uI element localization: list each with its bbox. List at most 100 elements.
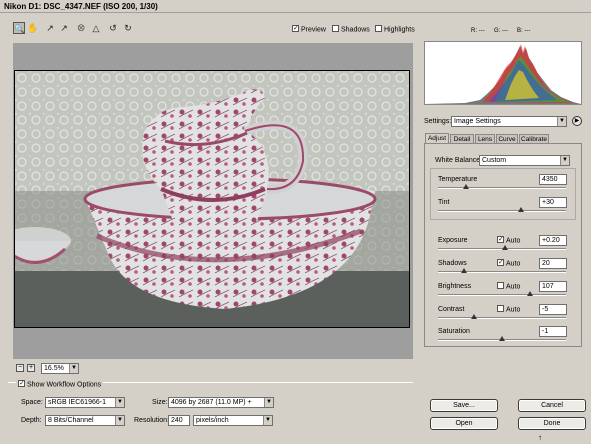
histogram bbox=[424, 41, 582, 105]
chevron-down-icon: ▼ bbox=[69, 364, 78, 373]
brightness-label: Brightness bbox=[438, 283, 472, 290]
shadows-auto-checkbox[interactable]: ✓ Auto bbox=[497, 259, 521, 268]
resolution-input[interactable]: 240 bbox=[168, 415, 190, 426]
check-icon: ✓ bbox=[18, 380, 25, 387]
show-workflow-checkbox[interactable]: ✓ Show Workflow Options bbox=[16, 380, 104, 389]
auto-label: Auto bbox=[506, 283, 521, 291]
color-sampler-icon[interactable]: ↗ bbox=[58, 22, 70, 34]
rgb-readout-g: G: --- bbox=[494, 28, 508, 34]
done-button[interactable]: Done bbox=[518, 417, 586, 430]
highlights-label: Highlights bbox=[384, 26, 415, 34]
auto-label: Auto bbox=[506, 260, 521, 268]
temperature-slider[interactable] bbox=[438, 184, 566, 189]
brightness-slider[interactable] bbox=[438, 291, 566, 296]
settings-menu-button[interactable]: ▶ bbox=[572, 116, 582, 126]
zoom-icon[interactable]: 🔍 bbox=[13, 22, 25, 34]
preview-checkbox[interactable]: ✓ Preview bbox=[292, 25, 326, 34]
rotate-left-icon[interactable]: ↺ bbox=[107, 22, 119, 34]
chevron-down-icon: ▼ bbox=[560, 156, 569, 165]
histogram-graph bbox=[425, 44, 581, 104]
rgb-readout-r: R: --- bbox=[471, 28, 485, 34]
contrast-label: Contrast bbox=[438, 306, 465, 313]
temperature-slider-thumb[interactable] bbox=[463, 184, 470, 189]
zoom-out-button[interactable]: − bbox=[16, 364, 24, 372]
saturation-slider[interactable] bbox=[438, 336, 566, 341]
preview-label: Preview bbox=[301, 26, 326, 34]
save-button[interactable]: Save... bbox=[430, 399, 498, 412]
saturation-label: Saturation bbox=[438, 328, 470, 335]
shadows-label: Shadows bbox=[341, 26, 370, 34]
shadows-label: Shadows bbox=[438, 260, 467, 267]
exposure-label: Exposure bbox=[438, 237, 468, 244]
zoom-in-button[interactable]: + bbox=[27, 364, 35, 372]
temperature-value-input[interactable]: 4350 bbox=[539, 174, 567, 185]
shadows-checkbox[interactable]: Shadows bbox=[332, 25, 370, 34]
settings-select[interactable]: Image Settings ▼ bbox=[451, 116, 567, 127]
settings-label: Settings: bbox=[424, 118, 452, 125]
tint-value-input[interactable]: +30 bbox=[539, 197, 567, 208]
zoom-level-value: 16.5% bbox=[44, 365, 64, 372]
contrast-slider-thumb[interactable] bbox=[470, 314, 477, 319]
show-workflow-label: Show Workflow Options bbox=[27, 381, 102, 389]
contrast-slider[interactable] bbox=[438, 314, 566, 319]
check-icon: ✓ bbox=[497, 259, 504, 266]
saturation-value-input[interactable]: -1 bbox=[539, 326, 567, 337]
resolution-unit-select[interactable]: pixels/inch ▼ bbox=[193, 415, 273, 426]
exposure-slider[interactable] bbox=[438, 245, 566, 250]
white-balance-label: White Balance: bbox=[435, 157, 483, 164]
auto-label: Auto bbox=[506, 306, 521, 314]
brightness-value-input[interactable]: 107 bbox=[539, 281, 567, 292]
exposure-auto-checkbox[interactable]: ✓ Auto bbox=[497, 236, 521, 245]
depth-label: Depth: bbox=[21, 417, 42, 424]
cancel-button[interactable]: Cancel bbox=[518, 399, 586, 412]
space-select[interactable]: sRGB IEC61966-1 ▼ bbox=[45, 397, 125, 408]
mouse-cursor-icon: ↑ bbox=[538, 433, 542, 442]
photo-image bbox=[15, 71, 409, 327]
auto-label: Auto bbox=[506, 237, 521, 245]
shadows-slider-thumb[interactable] bbox=[460, 268, 467, 273]
tint-slider[interactable] bbox=[438, 207, 566, 212]
contrast-auto-checkbox[interactable]: Auto bbox=[497, 305, 521, 314]
contrast-value-input[interactable]: -5 bbox=[539, 304, 567, 315]
size-value: 4096 by 2687 (11.0 MP) + bbox=[171, 399, 252, 406]
saturation-slider-thumb[interactable] bbox=[499, 336, 505, 341]
white-balance-select[interactable]: Custom ▼ bbox=[479, 155, 570, 166]
settings-value: Image Settings bbox=[454, 118, 501, 125]
temperature-label: Temperature bbox=[438, 176, 478, 183]
exposure-value-input[interactable]: +0.20 bbox=[539, 235, 567, 246]
size-label: Size: bbox=[152, 399, 168, 406]
exposure-slider-thumb[interactable] bbox=[501, 245, 508, 250]
zoom-level-select[interactable]: 16.5% ▼ bbox=[41, 363, 79, 374]
chevron-down-icon: ▼ bbox=[264, 398, 273, 407]
size-select[interactable]: 4096 by 2687 (11.0 MP) + ▼ bbox=[168, 397, 274, 408]
highlights-checkbox[interactable]: Highlights bbox=[375, 25, 415, 34]
rotate-right-icon[interactable]: ↻ bbox=[122, 22, 134, 34]
tint-label: Tint bbox=[438, 199, 450, 206]
check-icon: ✓ bbox=[497, 236, 504, 243]
rgb-readout-b: B: --- bbox=[517, 28, 531, 34]
photo-preview[interactable] bbox=[14, 70, 410, 328]
brightness-slider-thumb[interactable] bbox=[527, 291, 534, 296]
checkbox-box bbox=[497, 282, 504, 289]
hand-icon[interactable]: ✋ bbox=[27, 22, 39, 34]
chevron-down-icon: ▼ bbox=[115, 398, 124, 407]
brightness-auto-checkbox[interactable]: Auto bbox=[497, 282, 521, 291]
shadows-value-input[interactable]: 20 bbox=[539, 258, 567, 269]
depth-select[interactable]: 8 Bits/Channel ▼ bbox=[45, 415, 125, 426]
chevron-down-icon: ▼ bbox=[115, 416, 124, 425]
checkbox-box bbox=[497, 305, 504, 312]
resolution-unit-value: pixels/inch bbox=[196, 417, 229, 424]
white-balance-value: Custom bbox=[482, 157, 507, 164]
window-title: Nikon D1: DSC_4347.NEF (ISO 200, 1/30) bbox=[0, 0, 591, 13]
straighten-icon[interactable]: △ bbox=[90, 22, 102, 34]
open-button[interactable]: Open bbox=[430, 417, 498, 430]
chevron-down-icon: ▼ bbox=[263, 416, 272, 425]
shadows-slider[interactable] bbox=[438, 268, 566, 273]
chevron-down-icon: ▼ bbox=[557, 117, 566, 126]
space-label: Space: bbox=[21, 399, 43, 406]
depth-value: 8 Bits/Channel bbox=[48, 417, 94, 424]
white-balance-icon[interactable]: ↗ bbox=[44, 22, 56, 34]
crop-icon[interactable]: ⮾ bbox=[75, 22, 87, 34]
tint-slider-thumb[interactable] bbox=[518, 207, 525, 212]
space-value: sRGB IEC61966-1 bbox=[48, 399, 106, 406]
